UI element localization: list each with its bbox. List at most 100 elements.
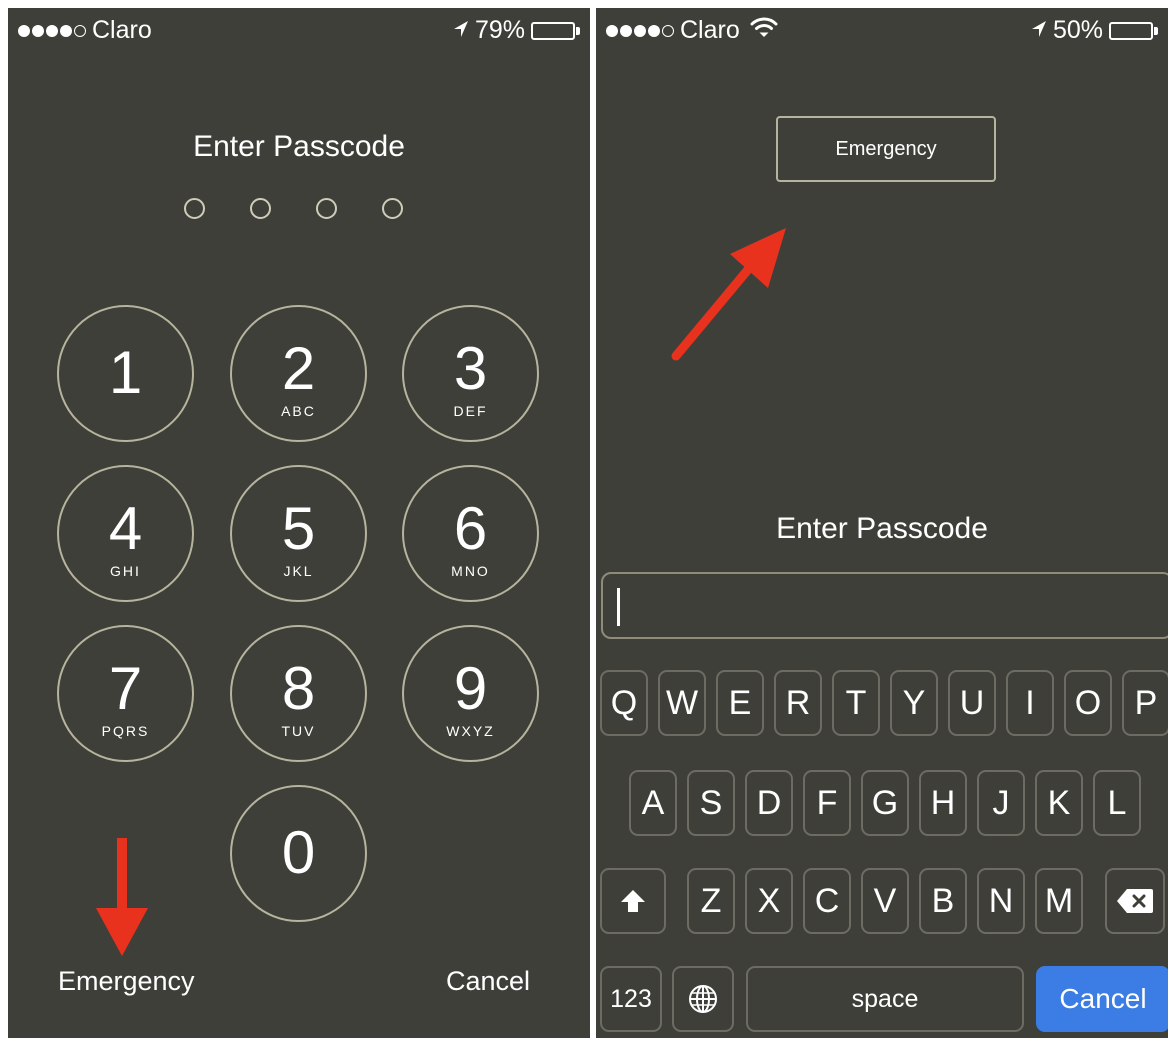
battery-percent: 79% bbox=[474, 16, 525, 44]
page-title: Enter Passcode bbox=[776, 512, 988, 545]
signal-dot bbox=[634, 24, 646, 37]
pin-dot bbox=[382, 198, 403, 219]
key-letters: TUV bbox=[281, 723, 316, 739]
passcode-input[interactable] bbox=[601, 572, 1168, 639]
key-2[interactable]: 2 ABC bbox=[230, 305, 367, 442]
signal-dot bbox=[606, 24, 618, 37]
emergency-button[interactable]: Emergency bbox=[776, 116, 996, 182]
passcode-dots bbox=[184, 198, 403, 219]
arrow-up-right-icon bbox=[671, 228, 786, 361]
key-n[interactable]: N bbox=[977, 868, 1025, 934]
key-letters: JKL bbox=[283, 563, 314, 579]
key-g[interactable]: G bbox=[861, 770, 909, 836]
key-0[interactable]: 0 bbox=[230, 785, 367, 922]
status-bar: Claro 50% bbox=[596, 8, 1168, 56]
battery-icon bbox=[1109, 21, 1158, 40]
key-w[interactable]: W bbox=[658, 670, 706, 736]
battery-percent: 50% bbox=[1052, 16, 1103, 44]
key-digit: 7 bbox=[108, 655, 143, 722]
space-key[interactable]: space bbox=[746, 966, 1024, 1032]
key-7[interactable]: 7 PQRS bbox=[57, 625, 194, 762]
carrier-name: Claro bbox=[92, 16, 152, 44]
key-l[interactable]: L bbox=[1093, 770, 1141, 836]
key-digit: 2 bbox=[281, 335, 316, 402]
status-bar: Claro 79% bbox=[8, 8, 590, 56]
key-1[interactable]: 1 bbox=[57, 305, 194, 442]
key-digit: 5 bbox=[281, 495, 316, 562]
key-c[interactable]: C bbox=[803, 868, 851, 934]
key-e[interactable]: E bbox=[716, 670, 764, 736]
key-i[interactable]: I bbox=[1006, 670, 1054, 736]
status-right: 50% bbox=[1031, 16, 1158, 45]
key-v[interactable]: V bbox=[861, 868, 909, 934]
key-u[interactable]: U bbox=[948, 670, 996, 736]
key-b[interactable]: B bbox=[919, 868, 967, 934]
signal-carrier: Claro bbox=[606, 16, 778, 45]
key-digit: 1 bbox=[108, 339, 143, 406]
key-6[interactable]: 6 MNO bbox=[402, 465, 539, 602]
key-d[interactable]: D bbox=[745, 770, 793, 836]
key-j[interactable]: J bbox=[977, 770, 1025, 836]
carrier-name: Claro bbox=[680, 16, 740, 44]
arrow-down-icon bbox=[96, 838, 148, 956]
key-t[interactable]: T bbox=[832, 670, 880, 736]
delete-key[interactable] bbox=[1105, 868, 1165, 934]
alphanumeric-passcode-screen: Claro 50% Emergency Enter Passcode Q W E… bbox=[596, 8, 1168, 1038]
key-4[interactable]: 4 GHI bbox=[57, 465, 194, 602]
signal-carrier: Claro bbox=[18, 16, 152, 45]
status-right: 79% bbox=[453, 16, 580, 45]
key-digit: 6 bbox=[453, 495, 488, 562]
key-p[interactable]: P bbox=[1122, 670, 1168, 736]
backspace-icon bbox=[1117, 889, 1153, 913]
text-caret bbox=[617, 588, 620, 626]
wifi-icon bbox=[750, 16, 778, 45]
key-letters: WXYZ bbox=[446, 723, 495, 739]
key-k[interactable]: K bbox=[1035, 770, 1083, 836]
pin-dot bbox=[250, 198, 271, 219]
cancel-button[interactable]: Cancel bbox=[1036, 966, 1168, 1032]
key-8[interactable]: 8 TUV bbox=[230, 625, 367, 762]
key-m[interactable]: M bbox=[1035, 868, 1083, 934]
numeric-passcode-screen: Claro 79% Enter Passcode 1 2 ABC 3 DEF 4 bbox=[8, 8, 590, 1038]
signal-dot bbox=[18, 24, 30, 37]
signal-dot bbox=[32, 24, 44, 37]
key-letters: MNO bbox=[451, 563, 490, 579]
signal-dot bbox=[46, 24, 58, 37]
shift-key[interactable] bbox=[600, 868, 666, 934]
key-h[interactable]: H bbox=[919, 770, 967, 836]
key-o[interactable]: O bbox=[1064, 670, 1112, 736]
signal-dot-empty bbox=[662, 24, 674, 37]
emergency-link[interactable]: Emergency bbox=[58, 966, 195, 997]
key-a[interactable]: A bbox=[629, 770, 677, 836]
key-3[interactable]: 3 DEF bbox=[402, 305, 539, 442]
key-9[interactable]: 9 WXYZ bbox=[402, 625, 539, 762]
signal-dot bbox=[648, 24, 660, 37]
key-z[interactable]: Z bbox=[687, 868, 735, 934]
key-digit: 4 bbox=[108, 495, 143, 562]
key-letters: ABC bbox=[281, 403, 316, 419]
cancel-link[interactable]: Cancel bbox=[446, 966, 530, 997]
signal-dot bbox=[620, 24, 632, 37]
pin-dot bbox=[184, 198, 205, 219]
key-digit: 3 bbox=[453, 335, 488, 402]
key-r[interactable]: R bbox=[774, 670, 822, 736]
globe-key[interactable] bbox=[672, 966, 734, 1032]
key-x[interactable]: X bbox=[745, 868, 793, 934]
key-digit: 8 bbox=[281, 655, 316, 722]
location-arrow-icon bbox=[1031, 16, 1047, 45]
signal-dot bbox=[60, 24, 72, 37]
key-digit: 0 bbox=[281, 819, 316, 886]
key-digit: 9 bbox=[453, 655, 488, 722]
globe-icon bbox=[689, 985, 717, 1013]
battery-icon bbox=[531, 21, 580, 40]
key-s[interactable]: S bbox=[687, 770, 735, 836]
numbers-key[interactable]: 123 bbox=[600, 966, 662, 1032]
key-y[interactable]: Y bbox=[890, 670, 938, 736]
key-letters: PQRS bbox=[101, 723, 150, 739]
key-letters: DEF bbox=[453, 403, 488, 419]
signal-dot-empty bbox=[74, 24, 86, 37]
pin-dot bbox=[316, 198, 337, 219]
key-f[interactable]: F bbox=[803, 770, 851, 836]
key-5[interactable]: 5 JKL bbox=[230, 465, 367, 602]
key-q[interactable]: Q bbox=[600, 670, 648, 736]
